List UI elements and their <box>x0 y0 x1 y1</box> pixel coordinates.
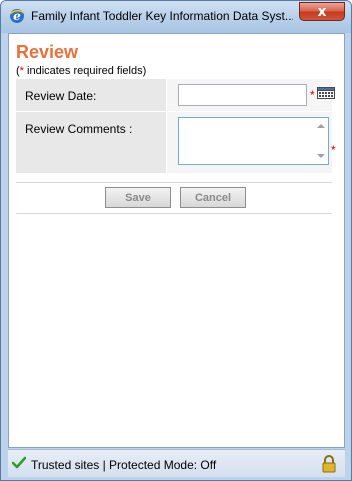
security-zone-status[interactable]: Trusted sites | Protected Mode: Off <box>31 458 216 472</box>
review-comments-cell: * <box>167 112 336 173</box>
review-comments-label: Review Comments : <box>16 112 166 173</box>
ie-icon: e <box>9 9 25 23</box>
required-fields-note: (* indicates required fields) <box>16 65 146 77</box>
page-title: Review <box>16 42 79 62</box>
window-title: Family Infant Toddler Key Information Da… <box>31 9 293 23</box>
browser-window: e Family Infant Toddler Key Information … <box>0 0 352 481</box>
calendar-icon[interactable] <box>317 87 335 99</box>
popup-content: Review (* indicates required fields) Rev… <box>8 33 345 448</box>
check-icon <box>12 456 26 469</box>
review-date-cell: * <box>167 79 335 111</box>
review-comments-row: Review Comments : * <box>16 112 336 173</box>
review-comments-textarea[interactable] <box>178 117 329 165</box>
save-button[interactable]: Save <box>105 187 171 208</box>
close-icon: x <box>317 3 327 20</box>
scroll-up-icon[interactable] <box>317 124 325 128</box>
status-bar: Trusted sites | Protected Mode: Off <box>8 449 345 477</box>
scroll-down-icon[interactable] <box>317 154 325 158</box>
title-bar[interactable]: e Family Infant Toddler Key Information … <box>1 1 351 33</box>
required-note-text: indicates required fields) <box>23 65 147 77</box>
divider <box>16 213 332 214</box>
review-date-row: Review Date: * <box>16 79 335 111</box>
review-date-input[interactable] <box>178 84 307 106</box>
comments-scrollbar[interactable] <box>314 118 328 164</box>
review-date-required-marker: * <box>310 88 315 102</box>
review-date-label: Review Date: <box>16 79 166 111</box>
lock-icon[interactable] <box>321 455 337 473</box>
close-button[interactable]: x <box>299 2 345 21</box>
cancel-button[interactable]: Cancel <box>180 187 246 208</box>
review-comments-required-marker: * <box>331 143 336 157</box>
divider <box>16 182 332 183</box>
